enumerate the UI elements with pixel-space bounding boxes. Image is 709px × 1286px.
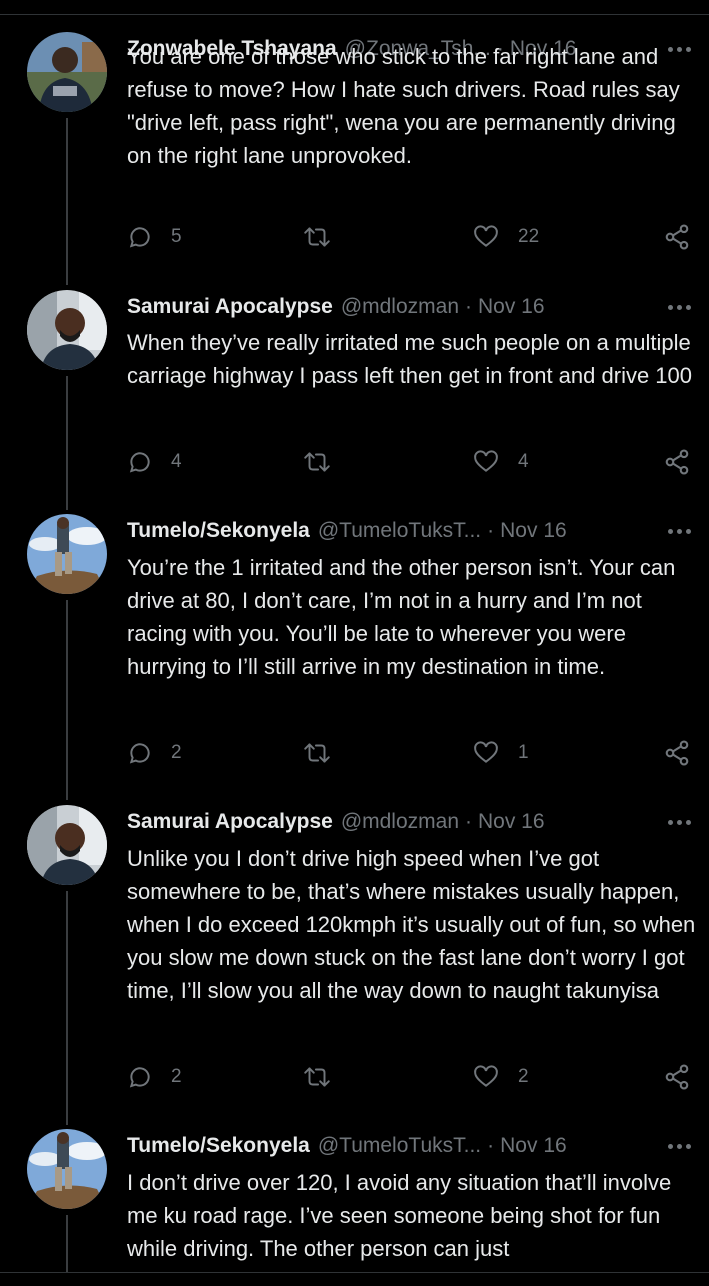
like-icon xyxy=(472,740,500,766)
tweet-text: When they’ve really irritated me such pe… xyxy=(127,330,697,388)
more-options-icon[interactable] xyxy=(668,805,691,839)
separator-dot: · xyxy=(487,1134,495,1157)
retweet-button[interactable] xyxy=(302,1060,350,1094)
top-divider xyxy=(0,14,709,15)
reply-count: 2 xyxy=(171,742,182,763)
like-icon xyxy=(472,449,500,475)
share-icon xyxy=(663,223,691,251)
reply-button[interactable]: 2 xyxy=(127,1060,182,1094)
retweet-button[interactable] xyxy=(302,736,350,770)
share-button[interactable] xyxy=(663,220,691,254)
tweet[interactable]: Zonwabele Tshayana @Zonwa_Tsh... · Nov 16 Yo… xyxy=(0,32,709,285)
more-options-icon[interactable] xyxy=(668,1129,691,1163)
share-button[interactable] xyxy=(663,1060,691,1094)
retweet-icon xyxy=(302,1064,332,1090)
tweet-actions: 22 xyxy=(127,1060,693,1094)
share-icon xyxy=(663,1063,691,1091)
tweet-date[interactable]: Nov 16 xyxy=(478,295,545,319)
tweet-text: Unlike you I don’t drive high speed when… xyxy=(127,846,696,1003)
tweet-header: Tumelo/Sekonyela @TumeloTuksT... · Nov 16 xyxy=(127,1129,691,1163)
tweet-date[interactable]: Nov 16 xyxy=(500,519,567,543)
avatar[interactable] xyxy=(27,514,107,594)
tweet-text: You’re the 1 irritated and the other per… xyxy=(127,555,682,679)
thread-connector-line xyxy=(66,600,68,800)
retweet-icon xyxy=(302,740,332,766)
retweet-button[interactable] xyxy=(302,445,350,479)
bottom-divider xyxy=(0,1272,709,1273)
thread-connector-line xyxy=(66,891,68,1125)
like-count: 2 xyxy=(518,1066,529,1087)
like-button[interactable]: 2 xyxy=(472,1060,529,1094)
reply-icon xyxy=(127,224,153,250)
like-button[interactable]: 22 xyxy=(472,220,539,254)
tweet-header: Samurai Apocalypse @mdlozman · Nov 16 xyxy=(127,290,691,324)
thread-connector-line xyxy=(66,118,68,285)
share-icon xyxy=(663,448,691,476)
author-handle[interactable]: @TumeloTuksT... xyxy=(318,1134,481,1158)
avatar[interactable] xyxy=(27,805,107,885)
reply-count: 2 xyxy=(171,1066,182,1087)
tweet-actions: 5 22 xyxy=(127,220,693,254)
reply-count: 5 xyxy=(171,226,182,247)
reply-icon xyxy=(127,740,153,766)
avatar[interactable] xyxy=(27,32,107,112)
reply-button[interactable]: 2 xyxy=(127,736,182,770)
share-button[interactable] xyxy=(663,736,691,770)
tweet-header: Tumelo/Sekonyela @TumeloTuksT... · Nov 16 xyxy=(127,514,691,548)
tweet-text: I don’t drive over 120, I avoid any situ… xyxy=(127,1170,678,1261)
like-icon xyxy=(472,224,500,250)
tweet-date[interactable]: Nov 16 xyxy=(478,810,545,834)
retweet-icon xyxy=(302,224,332,250)
thread-connector-line xyxy=(66,376,68,510)
thread-connector-line xyxy=(66,1215,68,1272)
reply-icon xyxy=(127,1064,153,1090)
reply-button[interactable]: 4 xyxy=(127,445,182,479)
tweet[interactable]: Tumelo/Sekonyela @TumeloTuksT... · Nov 16 I … xyxy=(0,1129,709,1272)
separator-dot: · xyxy=(465,295,472,318)
like-icon xyxy=(472,1064,500,1090)
author-name[interactable]: Tumelo/Sekonyela xyxy=(127,1134,310,1158)
tweet-text: You are one of those who stick to the fa… xyxy=(127,44,686,168)
tweet[interactable]: Samurai Apocalypse @mdlozman · Nov 16 When t… xyxy=(0,290,709,510)
tweet[interactable]: Tumelo/Sekonyela @TumeloTuksT... · Nov 16 Yo… xyxy=(0,514,709,800)
author-handle[interactable]: @mdlozman xyxy=(341,810,459,834)
separator-dot: · xyxy=(487,519,495,542)
avatar[interactable] xyxy=(27,1129,107,1209)
author-name[interactable]: Samurai Apocalypse xyxy=(127,810,333,834)
reply-button[interactable]: 5 xyxy=(127,220,182,254)
like-count: 4 xyxy=(518,451,529,472)
tweet[interactable]: Samurai Apocalypse @mdlozman · Nov 16 Unlike… xyxy=(0,805,709,1125)
author-name[interactable]: Tumelo/Sekonyela xyxy=(127,519,310,543)
like-button[interactable]: 4 xyxy=(472,445,529,479)
more-options-icon[interactable] xyxy=(668,290,691,324)
reply-count: 4 xyxy=(171,451,182,472)
tweet-actions: 44 xyxy=(127,445,693,479)
author-handle[interactable]: @TumeloTuksT... xyxy=(318,519,481,543)
author-handle[interactable]: @mdlozman xyxy=(341,295,459,319)
more-options-icon[interactable] xyxy=(668,514,691,548)
author-name[interactable]: Samurai Apocalypse xyxy=(127,295,333,319)
tweet-actions: 21 xyxy=(127,736,693,770)
retweet-button[interactable] xyxy=(302,220,350,254)
separator-dot: · xyxy=(465,810,472,833)
share-button[interactable] xyxy=(663,445,691,479)
reply-icon xyxy=(127,449,153,475)
share-icon xyxy=(663,739,691,767)
like-button[interactable]: 1 xyxy=(472,736,529,770)
retweet-icon xyxy=(302,449,332,475)
avatar[interactable] xyxy=(27,290,107,370)
tweet-date[interactable]: Nov 16 xyxy=(500,1134,567,1158)
tweet-header: Samurai Apocalypse @mdlozman · Nov 16 xyxy=(127,805,691,839)
like-count: 22 xyxy=(518,226,540,247)
like-count: 1 xyxy=(518,742,529,763)
